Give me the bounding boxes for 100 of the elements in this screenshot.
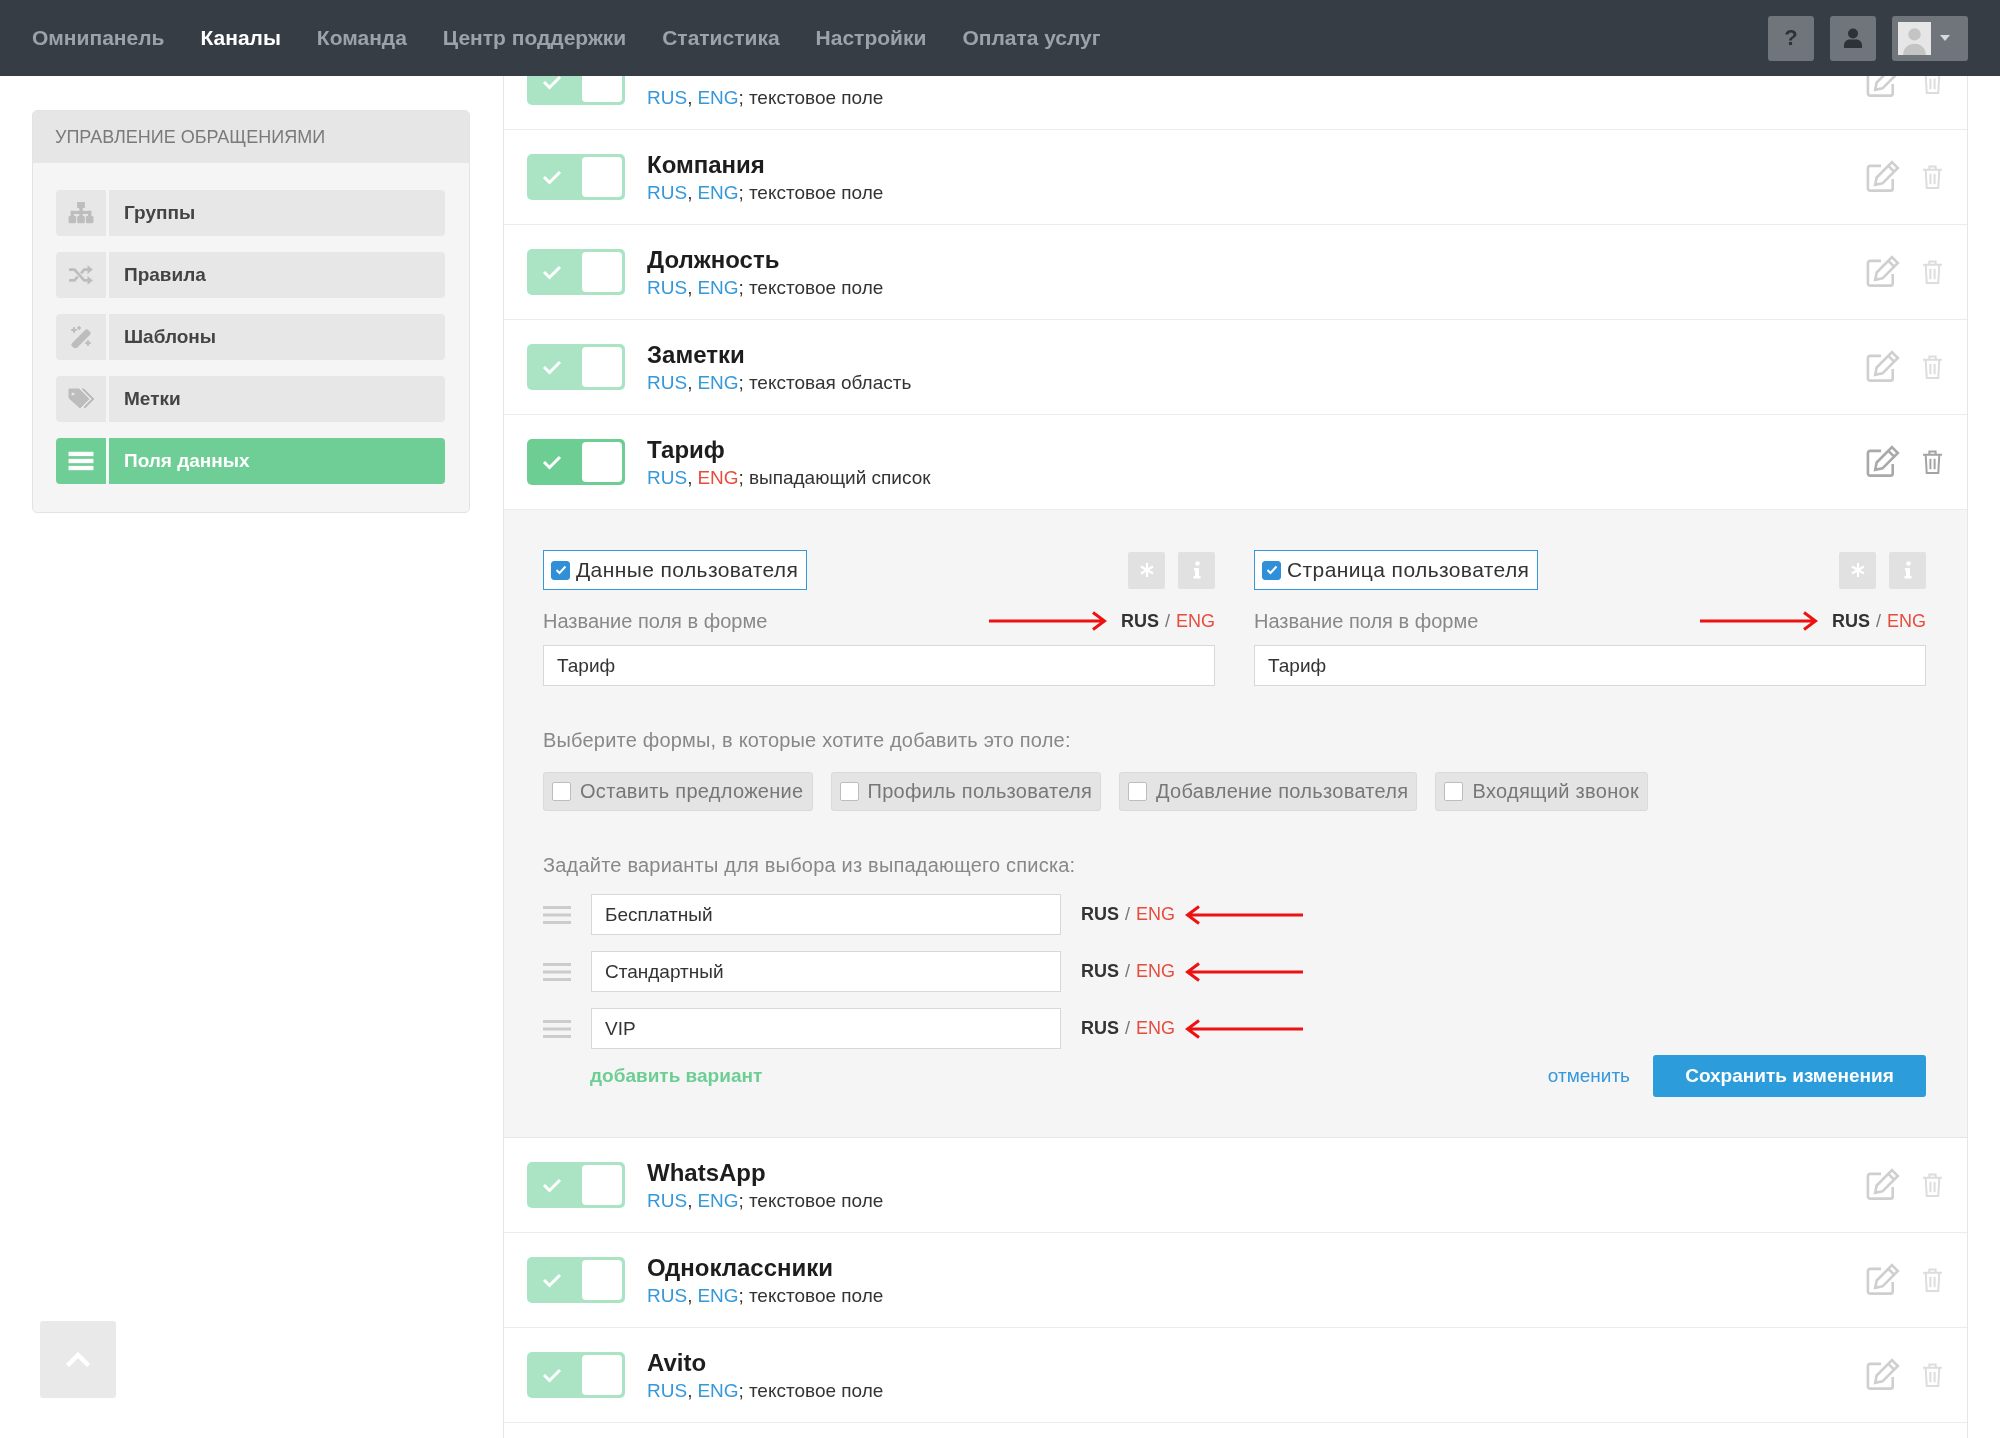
sidebar-item[interactable]: Метки xyxy=(56,376,445,422)
language-link[interactable]: ENG; xyxy=(697,85,749,109)
annotation-arrow-icon xyxy=(988,611,1107,631)
forms-prompt: Выберите формы, в которые хотите добавить это поле: xyxy=(543,729,1072,751)
check-icon xyxy=(542,454,562,470)
input-field[interactable]: Тариф xyxy=(1254,645,1926,686)
nav-tab[interactable]: Омнипанель xyxy=(32,26,165,50)
nav-tab[interactable]: Команда xyxy=(316,26,407,50)
toggle-switch[interactable] xyxy=(527,154,625,200)
language-link[interactable]: RUS, xyxy=(647,1283,698,1307)
field-title: Заметки xyxy=(647,340,745,369)
checkbox-option[interactable]: Данные пользователя xyxy=(543,550,808,590)
input-field[interactable]: Стандартный xyxy=(591,951,1061,992)
check-icon xyxy=(542,76,562,90)
toggle-switch[interactable] xyxy=(527,1352,625,1398)
sidebar-item[interactable]: Группы xyxy=(56,190,445,236)
account-menu-button[interactable] xyxy=(1892,15,1968,61)
nav-tab[interactable]: Центр поддержки xyxy=(442,26,627,50)
info-icon[interactable] xyxy=(1889,551,1926,589)
checkbox[interactable] xyxy=(1444,782,1464,801)
language-link[interactable]: ENG; xyxy=(697,180,749,204)
drag-handle-icon[interactable] xyxy=(543,904,571,925)
trash-icon[interactable] xyxy=(1922,449,1943,475)
sidebar-item[interactable]: Шаблоны xyxy=(56,314,445,360)
language-link[interactable]: RUS, xyxy=(647,1378,698,1402)
language-link[interactable]: ENG xyxy=(1136,961,1176,982)
checkbox[interactable] xyxy=(552,782,571,801)
toggle-switch[interactable] xyxy=(527,1162,625,1208)
check-icon xyxy=(542,359,562,375)
edit-icon[interactable] xyxy=(1865,1262,1900,1298)
edit-icon[interactable] xyxy=(1865,159,1900,195)
drag-handle-icon[interactable] xyxy=(543,1018,571,1039)
language-link[interactable]: RUS / xyxy=(1081,904,1137,925)
checkbox[interactable] xyxy=(1262,560,1281,580)
field-title: Одноклассники xyxy=(647,1253,834,1282)
drag-handle-icon[interactable] xyxy=(543,961,571,982)
toggle-switch[interactable] xyxy=(527,1257,625,1303)
language-link[interactable]: RUS / xyxy=(1831,610,1887,632)
nav-tab[interactable]: Оплата услуг xyxy=(962,26,1101,50)
language-link[interactable]: RUS, xyxy=(647,1188,698,1212)
form-option[interactable]: Входящий звонок xyxy=(1435,772,1648,811)
field-type: текстовое поле xyxy=(748,275,884,299)
language-link[interactable]: ENG; xyxy=(697,1378,749,1402)
options-prompt: Задайте варианты для выбора из выпадающего списка: xyxy=(543,854,1077,876)
edit-icon[interactable] xyxy=(1865,254,1900,290)
language-link[interactable]: ENG; xyxy=(697,275,749,299)
checkbox-option[interactable]: Страница пользователя xyxy=(1254,550,1539,590)
language-link[interactable]: RUS / xyxy=(1120,610,1176,632)
edit-icon[interactable] xyxy=(1865,349,1900,385)
field-type: текстовое поле xyxy=(748,180,884,204)
edit-icon[interactable] xyxy=(1865,1357,1900,1393)
language-link[interactable]: RUS, xyxy=(647,465,698,489)
language-link[interactable]: RUS, xyxy=(647,370,698,394)
sidebar-heading: УПРАВЛЕНИЕ ОБРАЩЕНИЯМИ xyxy=(33,111,469,163)
form-option[interactable]: Добавление пользователя xyxy=(1119,772,1418,811)
language-link[interactable]: RUS, xyxy=(647,180,698,204)
field-type: текстовое поле xyxy=(748,1188,884,1212)
input-field[interactable]: Тариф xyxy=(543,645,1215,686)
edit-icon[interactable] xyxy=(1865,1167,1900,1203)
info-icon[interactable] xyxy=(1178,551,1215,589)
checkbox[interactable] xyxy=(839,782,859,801)
language-link[interactable]: RUS, xyxy=(647,85,698,109)
input-field[interactable]: Бесплатный xyxy=(591,894,1061,935)
language-link[interactable]: ENG xyxy=(1136,1018,1176,1039)
sidebar-item[interactable]: Правила xyxy=(56,252,445,298)
language-link[interactable]: ENG xyxy=(1887,610,1926,632)
nav-tab[interactable]: Статистика xyxy=(662,26,780,50)
language-link[interactable]: ENG; xyxy=(697,1283,749,1307)
field-type: текстовое поле xyxy=(748,85,884,109)
checkbox[interactable] xyxy=(551,560,570,580)
language-link[interactable]: ENG; xyxy=(697,1188,749,1212)
language-link[interactable]: ENG xyxy=(1136,904,1176,925)
input-field[interactable]: VIP xyxy=(591,1008,1061,1049)
field-label: Название поля в форме xyxy=(543,609,768,633)
check-icon xyxy=(542,1367,562,1383)
checkbox[interactable] xyxy=(1128,782,1148,801)
form-option[interactable]: Оставить предложение xyxy=(543,772,813,811)
nav-tab[interactable]: Каналы xyxy=(200,26,281,50)
toggle-switch[interactable] xyxy=(527,439,625,485)
nav-tab[interactable]: Настройки xyxy=(815,26,927,50)
toggle-switch[interactable] xyxy=(527,249,625,295)
check-icon xyxy=(1265,565,1278,575)
field-title: Компания xyxy=(647,150,765,179)
field-label: Название поля в форме xyxy=(1254,609,1479,633)
language-link[interactable]: ENG; xyxy=(697,370,749,394)
language-link[interactable]: ENG xyxy=(1176,610,1215,632)
annotation-arrow-icon xyxy=(1185,904,1304,925)
field-type: текстовое поле xyxy=(748,1378,884,1402)
field-title: Тариф xyxy=(647,435,725,464)
toggle-switch[interactable] xyxy=(527,344,625,390)
language-link[interactable]: RUS / xyxy=(1081,961,1137,982)
asterisk-icon[interactable] xyxy=(1839,551,1876,589)
profile-button[interactable] xyxy=(1830,15,1876,61)
edit-icon[interactable] xyxy=(1865,444,1900,480)
form-option[interactable]: Профиль пользователя xyxy=(830,772,1102,811)
check-icon xyxy=(542,1177,562,1193)
language-link[interactable]: RUS, xyxy=(647,275,698,299)
language-link[interactable]: RUS / xyxy=(1081,1018,1137,1039)
asterisk-icon[interactable] xyxy=(1128,551,1165,589)
language-link[interactable]: ENG; xyxy=(697,465,749,489)
